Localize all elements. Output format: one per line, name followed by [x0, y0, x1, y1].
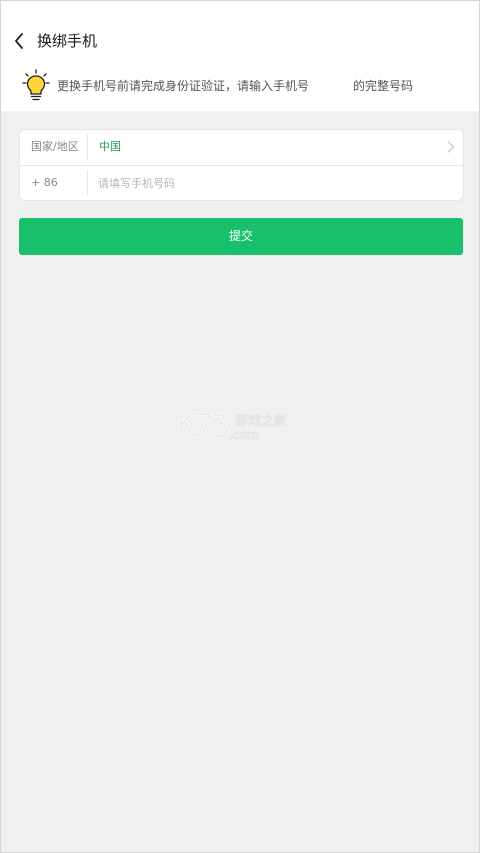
country-code: + 86	[31, 176, 58, 189]
header: 换绑手机 更换手机号前请完成身份证验证，请输入手机号 的完整号码	[1, 1, 479, 111]
page-title: 换绑手机	[37, 32, 98, 50]
phone-row: + 86	[20, 165, 463, 200]
chevron-right-icon	[447, 141, 455, 153]
watermark-domain: .com	[229, 428, 258, 442]
chevron-left-icon	[15, 33, 23, 49]
divider	[87, 170, 88, 196]
tip-banner: 更换手机号前请完成身份证验证，请输入手机号 的完整号码	[21, 69, 461, 103]
phone-input[interactable]	[98, 172, 438, 194]
lightbulb-icon	[22, 69, 50, 101]
back-button[interactable]	[7, 27, 31, 55]
watermark-logo: 游戏之家 .com	[179, 411, 287, 442]
country-label: 国家/地区	[31, 140, 79, 153]
country-value: 中国	[99, 140, 121, 153]
phone-form: 国家/地区 中国 + 86	[19, 129, 464, 201]
tip-text: 更换手机号前请完成身份证验证，请输入手机号	[57, 79, 310, 93]
country-selector[interactable]: 国家/地区 中国	[20, 130, 463, 165]
tip-text-tail: 的完整号码	[353, 79, 414, 93]
submit-button[interactable]: 提交	[19, 218, 463, 255]
app-frame: 换绑手机 更换手机号前请完成身份证验证，请输入手机号 的完整号码 国家/地区 中…	[0, 0, 480, 853]
divider	[87, 134, 88, 160]
watermark-sub: 游戏之家	[235, 413, 287, 429]
